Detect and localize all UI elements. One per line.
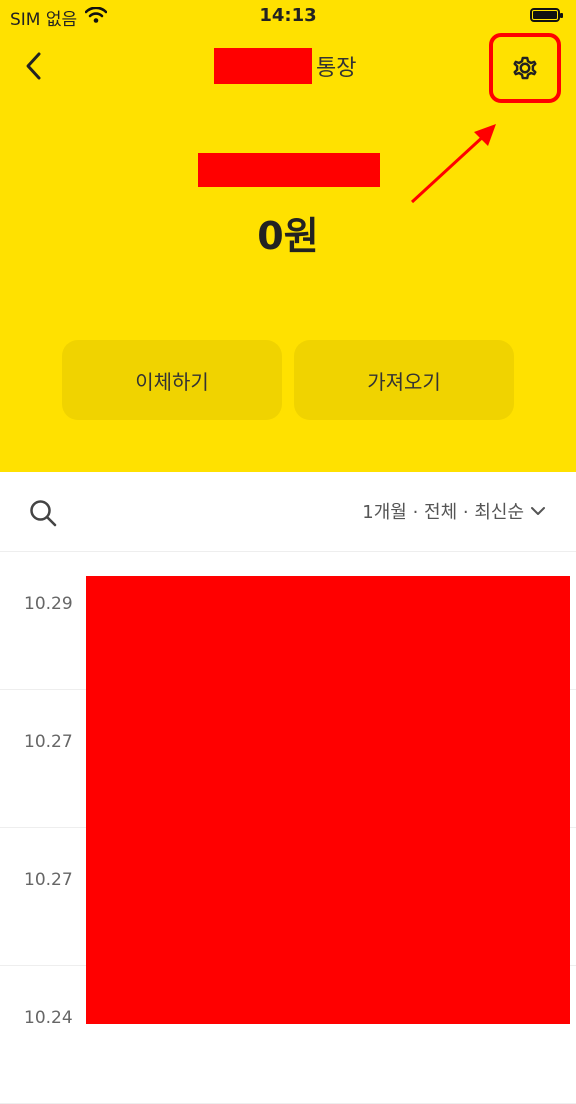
account-header: SIM 없음 14:13 통장 0원 이체하기 가져오기: [0, 0, 576, 472]
search-button[interactable]: [28, 498, 58, 528]
status-bar: SIM 없음 14:13: [0, 0, 576, 34]
import-button[interactable]: 가져오기: [294, 340, 514, 420]
settings-button[interactable]: [489, 33, 561, 103]
back-button[interactable]: [18, 48, 50, 84]
page-title: 통장: [214, 46, 356, 86]
chevron-down-icon: [531, 507, 545, 515]
transfer-button[interactable]: 이체하기: [62, 340, 282, 420]
transaction-date: 10.29: [24, 594, 73, 614]
annotation-arrow: [410, 124, 496, 204]
search-icon: [30, 500, 57, 527]
filter-dropdown[interactable]: 1개월 · 전체 · 최신순: [362, 498, 546, 524]
status-time: 14:13: [259, 5, 317, 26]
transaction-date: 10.27: [24, 732, 73, 752]
transaction-date: 10.27: [24, 870, 73, 890]
gear-icon: [513, 56, 537, 80]
redacted-transaction-details: [86, 576, 570, 1024]
filter-label: 1개월 · 전체 · 최신순: [362, 502, 524, 523]
battery-icon: [530, 8, 563, 22]
transaction-toolbar: 1개월 · 전체 · 최신순: [0, 472, 576, 552]
chevron-left-icon: [26, 52, 41, 80]
redacted-account-name: [214, 48, 312, 84]
transaction-date: 10.24: [24, 1008, 73, 1028]
redacted-account-label: [198, 153, 380, 187]
page-title-suffix: 통장: [316, 56, 357, 81]
balance-amount: 0원: [257, 214, 319, 258]
